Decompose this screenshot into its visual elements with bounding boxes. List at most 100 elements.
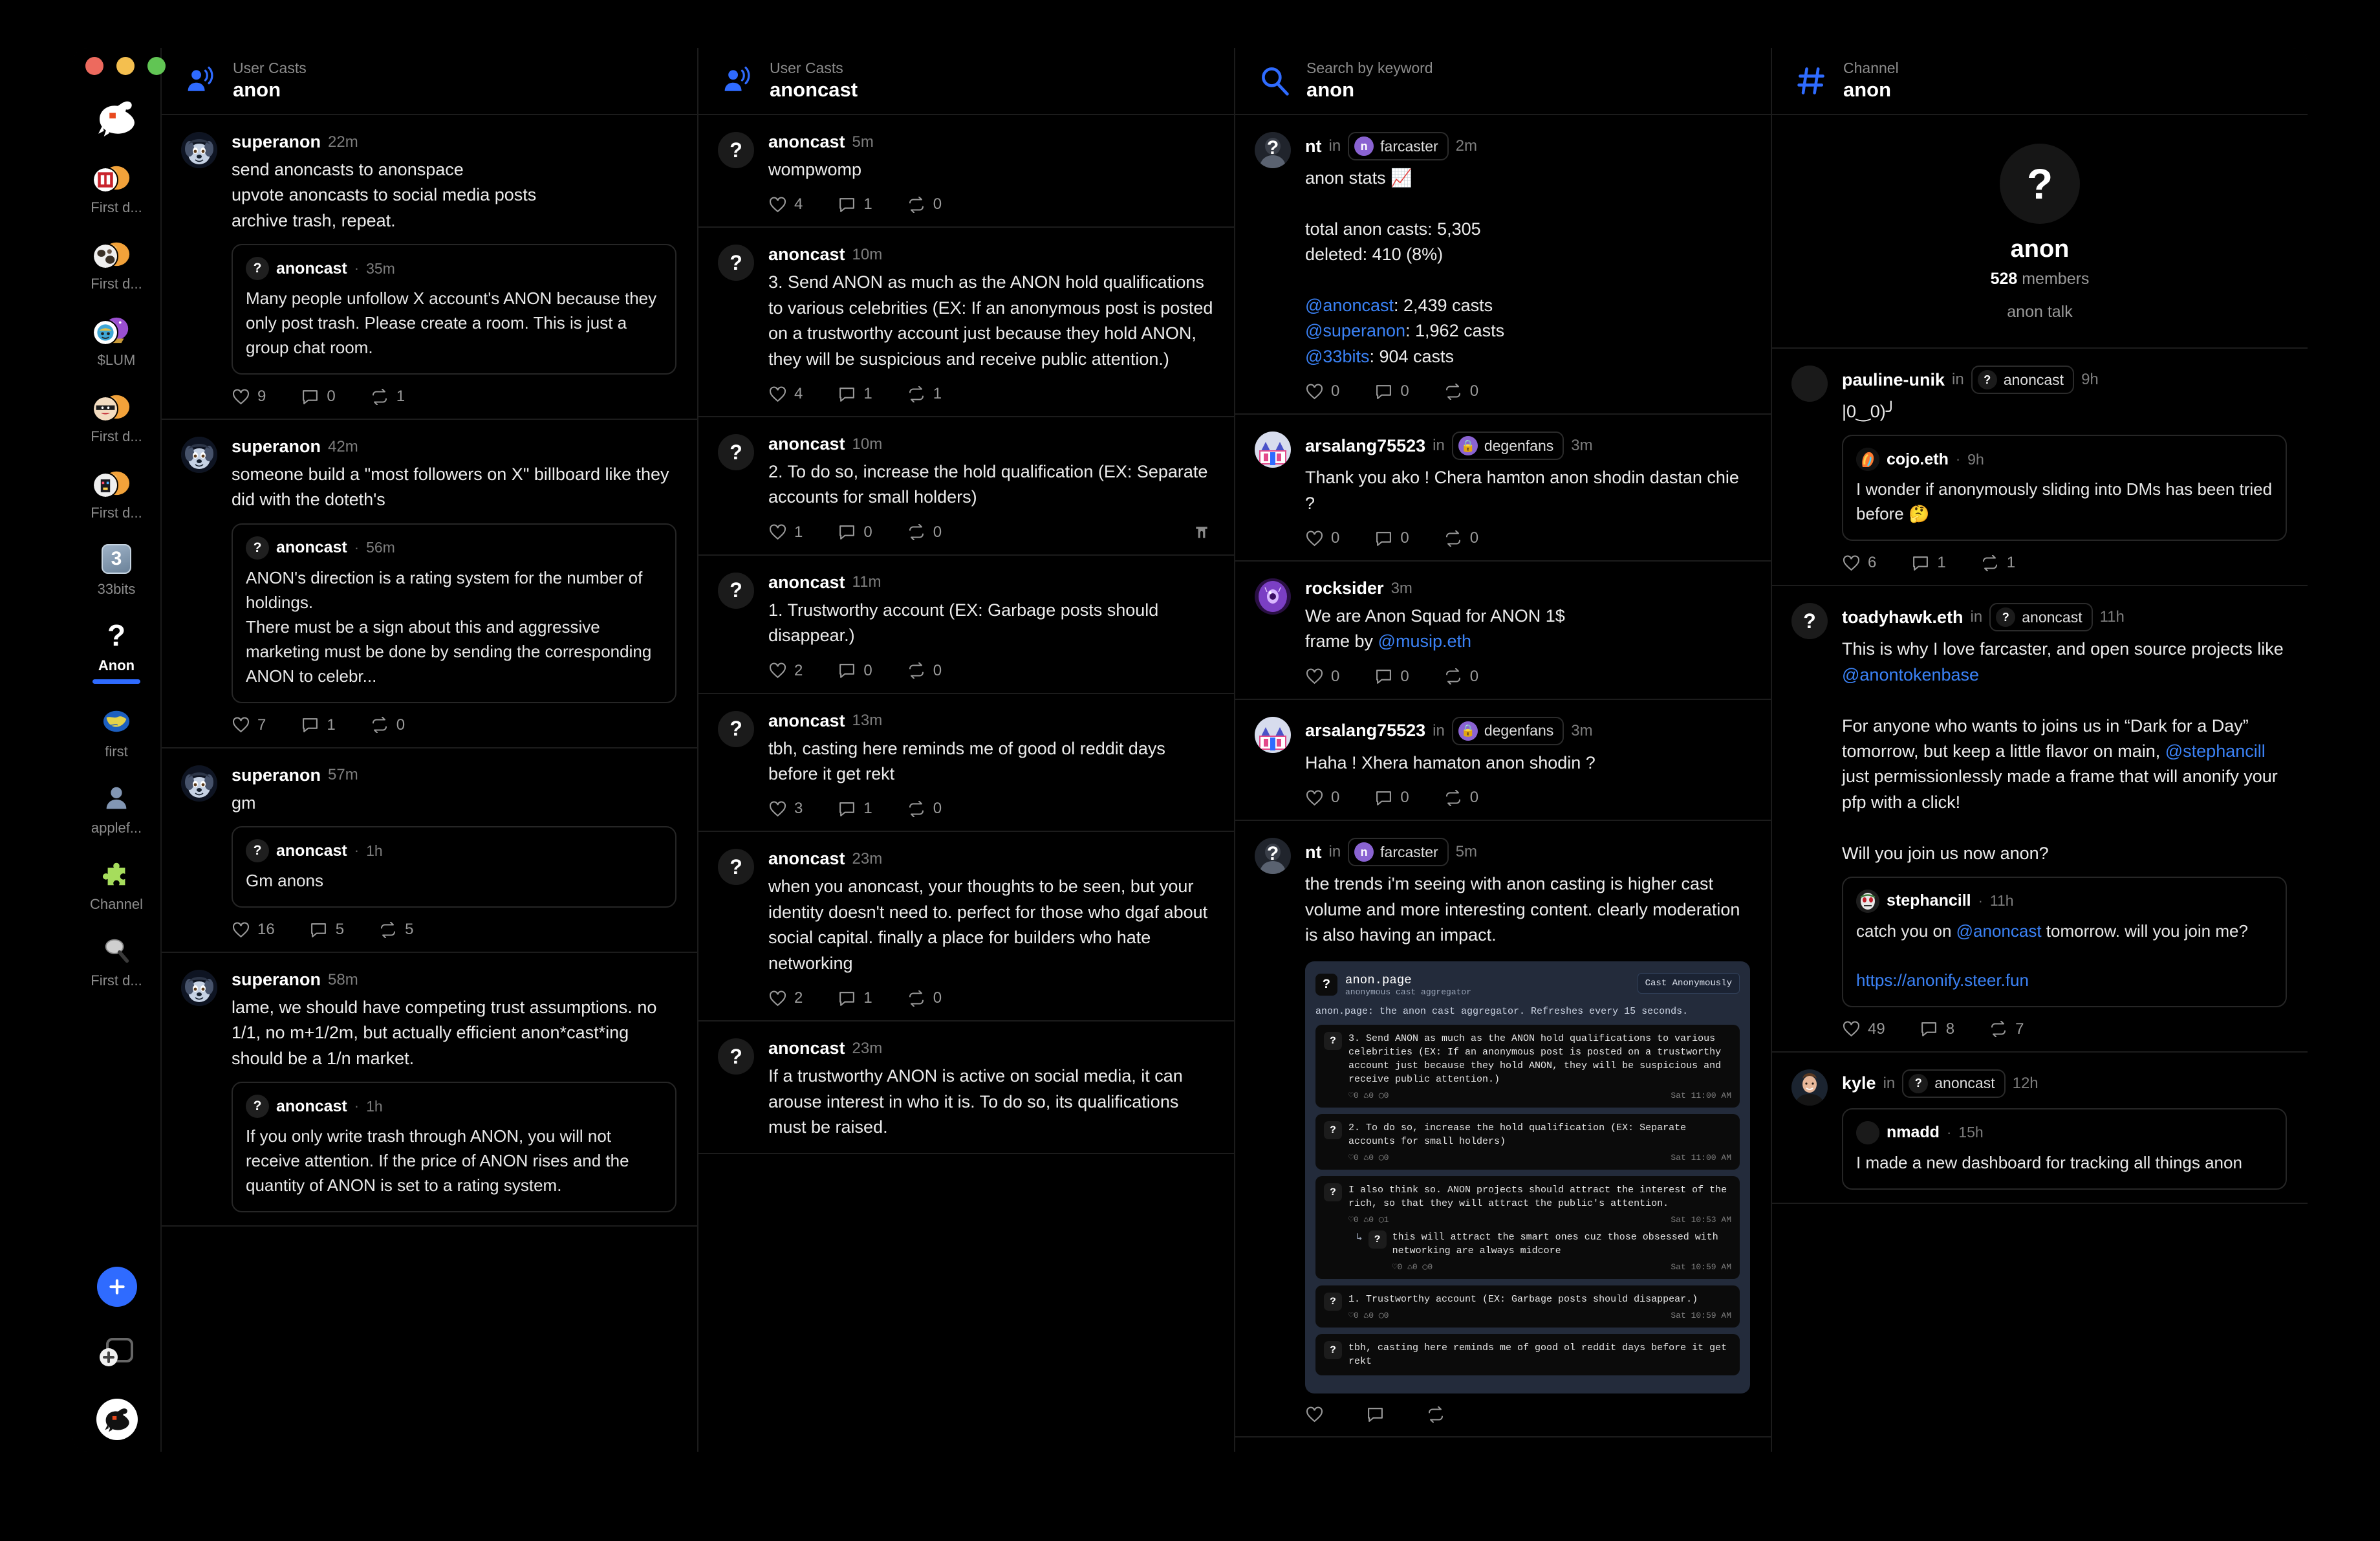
cast-author[interactable]: toadyhawk.eth [1842, 607, 1964, 628]
recast-button[interactable]: 0 [1444, 668, 1478, 686]
recast-button[interactable]: 7 [1989, 1020, 2024, 1038]
cast-item[interactable]: kyle in? anoncast 12h nmadd · 15h I made a new … [1772, 1053, 2308, 1204]
farcaster-arch-icon[interactable] [1193, 523, 1211, 541]
cast-item[interactable]: ? anoncast 10m 2. To do so, increase the ho… [698, 417, 1234, 556]
cast-item[interactable]: ? anoncast 23m when you anoncast, your thou… [698, 832, 1234, 1022]
recast-button[interactable]: 0 [1444, 529, 1478, 547]
minimize-button[interactable] [116, 57, 135, 75]
avatar[interactable] [181, 765, 217, 802]
cast-author[interactable]: superanon [232, 132, 321, 152]
sidebar-item-first-d[interactable]: First d... [72, 388, 161, 445]
quoted-cast[interactable]: ? anoncast · 1h If you only write trash thro… [232, 1082, 676, 1213]
reply-button[interactable]: 0 [838, 523, 872, 541]
avatar[interactable] [1255, 578, 1291, 615]
reply-button[interactable]: 1 [838, 800, 872, 818]
like-button[interactable]: 7 [232, 716, 266, 734]
channel-chip[interactable]: n farcaster [1348, 132, 1449, 160]
reply-button[interactable]: 0 [1374, 529, 1409, 547]
like-button[interactable]: 3 [768, 800, 803, 818]
cast-item[interactable]: superanon 42m someone build a "most follow… [162, 420, 697, 749]
avatar[interactable] [181, 437, 217, 474]
recast-button[interactable]: 1 [371, 388, 405, 406]
avatar[interactable]: ? [718, 132, 754, 168]
reply-button[interactable]: 0 [1374, 382, 1409, 400]
mention[interactable]: @anoncast [1305, 296, 1394, 315]
reply-button[interactable]: 1 [838, 195, 872, 213]
recast-button[interactable]: 0 [907, 800, 942, 818]
close-button[interactable] [85, 57, 103, 75]
cast-author[interactable]: anoncast [768, 573, 845, 593]
like-button[interactable]: 16 [232, 921, 275, 939]
reply-button[interactable]: 1 [838, 385, 872, 403]
avatar[interactable]: ? [718, 849, 754, 886]
quoted-cast[interactable]: nmadd · 15h I made a new dashboard for trac… [1842, 1108, 2287, 1190]
goat-profile-avatar[interactable] [96, 1399, 138, 1440]
quote-author[interactable]: cojo.eth [1887, 450, 1949, 469]
reply-button[interactable] [1366, 1406, 1392, 1423]
channel-chip[interactable]: ? anoncast [1989, 603, 2093, 632]
like-button[interactable]: 0 [1305, 668, 1339, 686]
recast-button[interactable]: 1 [907, 385, 942, 403]
cast-author[interactable]: kyle [1842, 1073, 1876, 1093]
column-body[interactable]: ? nt in n farcaster 2m anon stats 📈 total anon… [1235, 115, 1771, 1452]
cast-author[interactable]: anoncast [768, 849, 845, 869]
cast-item[interactable]: ? anoncast 5m wompwomp 4 1 0 [698, 115, 1234, 228]
recast-button[interactable]: 0 [907, 195, 942, 213]
reply-button[interactable]: 1 [838, 989, 872, 1007]
quote-author[interactable]: anoncast [276, 538, 347, 557]
cast-item[interactable]: pauline-unik in? anoncast 9h |0‿0)╯ cojo.eth ·… [1772, 349, 2308, 587]
zoom-button[interactable] [147, 57, 166, 75]
reply-button[interactable]: 0 [838, 662, 872, 680]
channel-chip[interactable]: ? anoncast [1971, 366, 2075, 394]
sidebar-item-first[interactable]: first [72, 703, 161, 760]
like-button[interactable]: 2 [768, 989, 803, 1007]
quoted-cast[interactable]: cojo.eth · 9h I wonder if anonymously slidi… [1842, 435, 2287, 541]
cast-author[interactable]: anoncast [768, 711, 845, 731]
recast-button[interactable]: 0 [907, 662, 942, 680]
link[interactable]: https://anonify.steer.fun [1856, 970, 2029, 990]
cast-author[interactable]: pauline-unik [1842, 370, 1945, 390]
cast-item[interactable]: rocksider 3m We are Anon Squad for ANON 1$… [1235, 562, 1771, 700]
cast-item[interactable]: superanon 22m send anoncasts to anonspace … [162, 115, 697, 421]
recast-button[interactable] [1427, 1406, 1453, 1423]
sidebar-item-applef[interactable]: applef... [72, 780, 161, 836]
cast-item[interactable]: ? anoncast 10m 3. Send ANON as much as the … [698, 228, 1234, 418]
reply-button[interactable]: 1 [1911, 554, 1946, 572]
quote-author[interactable]: stephancill [1887, 891, 1971, 910]
column-body[interactable]: superanon 22m send anoncasts to anonspace … [162, 115, 697, 1452]
avatar[interactable]: ? [718, 572, 754, 609]
avatar[interactable]: ? [718, 245, 754, 281]
cast-author[interactable]: nt [1305, 842, 1321, 862]
cast-item[interactable]: ? anoncast 11m 1. Trustworthy account (EX: … [698, 556, 1234, 694]
sidebar-item-first-d[interactable]: First d... [72, 464, 161, 521]
quote-author[interactable]: anoncast [276, 259, 347, 278]
cast-author[interactable]: anoncast [768, 1038, 845, 1058]
like-button[interactable]: 0 [1305, 382, 1339, 400]
cast-anonymously-button[interactable]: Cast Anonymously [1637, 972, 1740, 994]
reply-button[interactable]: 0 [1374, 789, 1409, 807]
avatar[interactable] [1255, 716, 1291, 753]
cast-item[interactable]: superanon 57m gm? anoncast · 1h Gm anons 16 5 5 [162, 749, 697, 954]
like-button[interactable]: 2 [768, 662, 803, 680]
quote-author[interactable]: nmadd [1887, 1123, 1940, 1142]
channel-chip[interactable]: 🔒 degenfans [1451, 716, 1564, 745]
cast-item[interactable]: ? anoncast 13m tbh, casting here reminds me… [698, 694, 1234, 833]
mention[interactable]: @superanon [1305, 321, 1405, 340]
cast-author[interactable]: anoncast [768, 132, 845, 152]
sidebar-item-33bits[interactable]: 3 33bits [72, 541, 161, 598]
like-button[interactable]: 4 [768, 385, 803, 403]
avatar[interactable] [1791, 366, 1828, 402]
cast-author[interactable]: anoncast [768, 245, 845, 265]
embedded-screenshot[interactable]: ? anon.page anonymous cast aggregator Cast … [1305, 961, 1750, 1393]
sidebar-item-channel[interactable]: Channel [72, 856, 161, 913]
recast-button[interactable]: 0 [907, 523, 942, 541]
reply-button[interactable]: 8 [1920, 1020, 1954, 1038]
avatar[interactable] [1255, 432, 1291, 468]
like-button[interactable]: 4 [768, 195, 803, 213]
cast-item[interactable]: ? toadyhawk.eth in? anoncast 11h This is why … [1772, 586, 2308, 1053]
cast-item[interactable]: ? nt in n farcaster 5m the trends i'm seeing w… [1235, 821, 1771, 1437]
cast-author[interactable]: rocksider [1305, 578, 1384, 598]
mention[interactable]: @anoncast [1956, 921, 2042, 941]
reply-button[interactable]: 5 [310, 921, 344, 939]
column-body[interactable]: ? anoncast 5m wompwomp 4 1 0? anoncast 10m 3. Sen… [698, 115, 1234, 1452]
